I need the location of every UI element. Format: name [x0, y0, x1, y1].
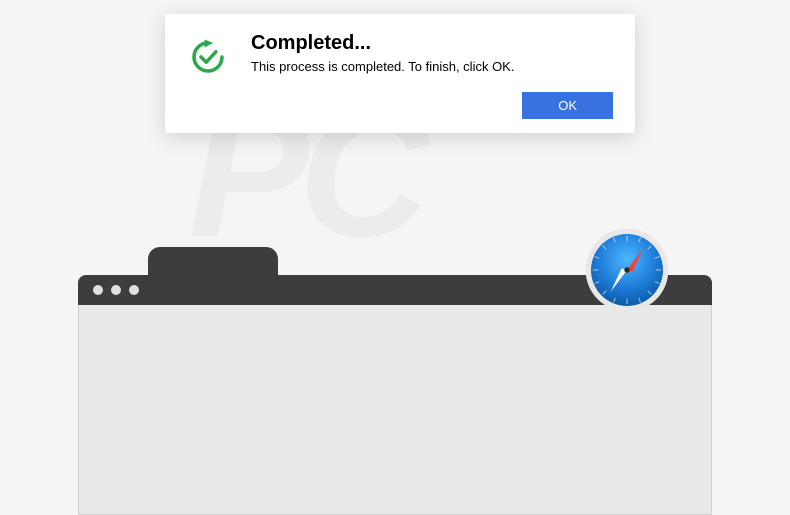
- maximize-icon[interactable]: [129, 285, 139, 295]
- minimize-icon[interactable]: [111, 285, 121, 295]
- dialog-message: This process is completed. To finish, cl…: [251, 59, 613, 74]
- browser-content: [78, 305, 712, 515]
- browser-window: [78, 275, 712, 515]
- traffic-lights: [93, 285, 139, 295]
- safari-icon: [582, 225, 672, 315]
- ok-button[interactable]: OK: [522, 92, 613, 119]
- close-icon[interactable]: [93, 285, 103, 295]
- browser-tab[interactable]: [148, 247, 278, 277]
- completion-dialog: Completed... This process is completed. …: [165, 14, 635, 133]
- checkmark-refresh-icon: [187, 36, 229, 78]
- dialog-title: Completed...: [251, 32, 613, 55]
